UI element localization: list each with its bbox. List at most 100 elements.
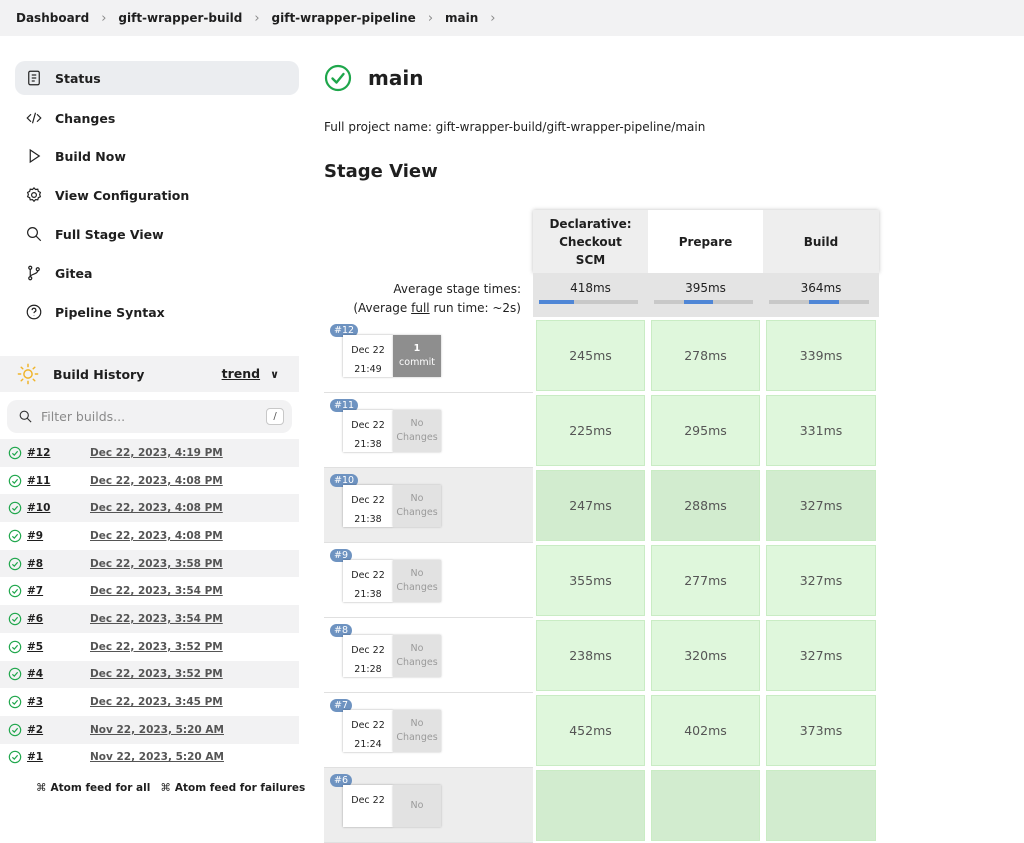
stage-cell[interactable] (651, 770, 760, 841)
success-check-icon (8, 474, 22, 487)
stage-header: Prepare (648, 210, 763, 273)
stage-cell[interactable]: 320ms (651, 620, 760, 691)
stage-cell[interactable]: 452ms (536, 695, 645, 766)
build-date-link[interactable]: Dec 22, 2023, 4:08 PM (90, 502, 223, 514)
build-date-link[interactable]: Dec 22, 2023, 3:52 PM (90, 641, 223, 653)
stage-cell[interactable]: 355ms (536, 545, 645, 616)
success-check-icon (8, 723, 22, 736)
build-number-link[interactable]: #7 (27, 585, 90, 597)
build-date-link[interactable]: Nov 22, 2023, 5:20 AM (90, 724, 224, 736)
run-summary[interactable]: #6 Dec 22 No (324, 768, 533, 843)
branch-icon (24, 263, 44, 283)
build-date-link[interactable]: Dec 22, 2023, 3:45 PM (90, 696, 223, 708)
run-summary[interactable]: #7 Dec 22 21:24 No Changes (324, 693, 533, 768)
stage-cell[interactable]: 373ms (766, 695, 876, 766)
build-row: #11 Dec 22, 2023, 4:08 PM (0, 467, 299, 495)
build-date-link[interactable]: Dec 22, 2023, 4:08 PM (90, 475, 223, 487)
avg-label-prefix: (Average (353, 301, 412, 315)
stage-cell[interactable]: 278ms (651, 320, 760, 391)
sidebar-item-changes[interactable]: Changes (15, 101, 299, 135)
chevron-down-icon: ∨ (270, 368, 279, 381)
stage-cell[interactable]: 331ms (766, 395, 876, 466)
stage-cell[interactable]: 295ms (651, 395, 760, 466)
breadcrumb-item[interactable]: main (445, 11, 478, 25)
success-check-icon (8, 695, 22, 709)
run-summary[interactable]: #12 Dec 22 21:49 1 commit (324, 318, 533, 393)
sidebar-item-full-stage-view[interactable]: Full Stage View (15, 217, 299, 251)
breadcrumb-item[interactable]: gift-wrapper-build (118, 11, 242, 25)
run-summary[interactable]: #10 Dec 22 21:38 No Changes (324, 468, 533, 543)
run-summary[interactable]: #8 Dec 22 21:28 No Changes (324, 618, 533, 693)
build-number-link[interactable]: #12 (27, 447, 90, 459)
stage-cell[interactable]: 402ms (651, 695, 760, 766)
success-check-icon (8, 640, 22, 653)
stage-cell[interactable]: 288ms (651, 470, 760, 541)
stage-cell[interactable] (766, 770, 876, 841)
sidebar-item-pipeline-syntax[interactable]: Pipeline Syntax (15, 295, 299, 329)
sidebar-item-status[interactable]: Status (15, 61, 299, 95)
sidebar-item-gitea[interactable]: Gitea (15, 256, 299, 290)
breadcrumb-item[interactable]: Dashboard (16, 11, 89, 25)
no-changes-badge: No Changes (393, 410, 441, 452)
sidebar-item-view-configuration[interactable]: View Configuration (15, 178, 299, 212)
run-date-time: 21:38 (354, 439, 382, 450)
build-date-link[interactable]: Nov 22, 2023, 5:20 AM (90, 751, 224, 763)
stage-cell[interactable]: 277ms (651, 545, 760, 616)
build-number-link[interactable]: #4 (27, 668, 90, 680)
build-list: #12 Dec 22, 2023, 4:19 PM #11 Dec 22, 2023,… (0, 439, 299, 771)
chevron-right-icon: › (490, 10, 496, 26)
build-date-link[interactable]: Dec 22, 2023, 3:54 PM (90, 613, 223, 625)
build-number-link[interactable]: #2 (27, 724, 90, 736)
changes-label-1: No (410, 800, 424, 811)
stage-cell[interactable]: 327ms (766, 620, 876, 691)
build-date-link[interactable]: Dec 22, 2023, 3:58 PM (90, 558, 223, 570)
document-icon (24, 68, 44, 88)
stage-cell[interactable]: 327ms (766, 470, 876, 541)
build-date-link[interactable]: Dec 22, 2023, 3:54 PM (90, 585, 223, 597)
sidebar-item-build-now[interactable]: Build Now (15, 139, 299, 173)
filter-builds-input[interactable] (41, 409, 261, 424)
average-time-bar-fill (539, 300, 574, 304)
run-summary[interactable]: #11 Dec 22 21:38 No Changes (324, 393, 533, 468)
success-check-icon (324, 64, 352, 92)
run-date-time: 21:24 (354, 739, 382, 750)
build-date-link[interactable]: Dec 22, 2023, 4:19 PM (90, 447, 223, 459)
changes-label-2: Changes (396, 432, 438, 443)
stage-cell[interactable]: 339ms (766, 320, 876, 391)
build-number-link[interactable]: #1 (27, 751, 90, 763)
play-icon (24, 146, 44, 166)
build-number-link[interactable]: #11 (27, 475, 90, 487)
success-check-icon (8, 529, 22, 543)
job-name: main (368, 66, 424, 90)
stage-cell[interactable]: 247ms (536, 470, 645, 541)
trend-link[interactable]: trend ∨ (222, 366, 279, 381)
full-run-link[interactable]: full (411, 301, 430, 315)
build-number-link[interactable]: #3 (27, 696, 90, 708)
stage-cell[interactable]: 327ms (766, 545, 876, 616)
build-number-link[interactable]: #8 (27, 558, 90, 570)
success-check-icon (8, 668, 22, 681)
atom-feed-all-link[interactable]: ⌘ Atom feed for all (36, 782, 150, 794)
stage-cell[interactable] (536, 770, 645, 841)
build-number-link[interactable]: #10 (27, 502, 90, 514)
build-date-link[interactable]: Dec 22, 2023, 3:52 PM (90, 668, 223, 680)
changes-label-2: Changes (396, 507, 438, 518)
breadcrumb: Dashboard › gift-wrapper-build › gift-wrappe… (0, 0, 1024, 36)
run-date-time: 21:38 (354, 589, 382, 600)
build-number-link[interactable]: #9 (27, 530, 90, 542)
build-number-link[interactable]: #6 (27, 613, 90, 625)
build-date-link[interactable]: Dec 22, 2023, 4:08 PM (90, 530, 223, 542)
run-date: Dec 22 21:49 (343, 335, 393, 377)
build-number-link[interactable]: #5 (27, 641, 90, 653)
no-changes-badge: No Changes (393, 560, 441, 602)
atom-feed-failures-link[interactable]: ⌘ Atom feed for failures (160, 782, 305, 794)
stage-cell[interactable]: 238ms (536, 620, 645, 691)
success-check-icon (8, 585, 22, 598)
gear-icon (24, 185, 44, 205)
stage-cell[interactable]: 245ms (536, 320, 645, 391)
breadcrumb-item[interactable]: gift-wrapper-pipeline (272, 11, 416, 25)
full-project-name: Full project name: gift-wrapper-build/gi… (324, 120, 706, 134)
stage-cell[interactable]: 225ms (536, 395, 645, 466)
changes-commit-badge[interactable]: 1 commit (393, 335, 441, 377)
run-summary[interactable]: #9 Dec 22 21:38 No Changes (324, 543, 533, 618)
